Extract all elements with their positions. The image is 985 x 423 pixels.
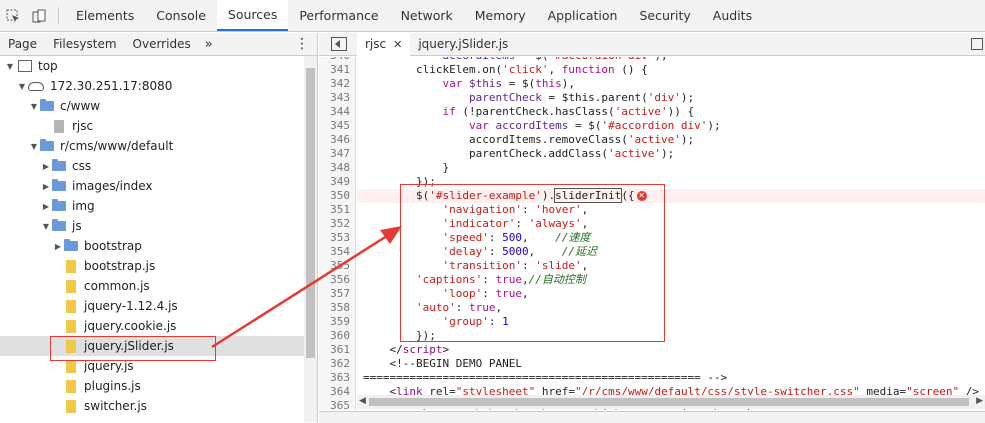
- annotation-arrow: [211, 226, 402, 349]
